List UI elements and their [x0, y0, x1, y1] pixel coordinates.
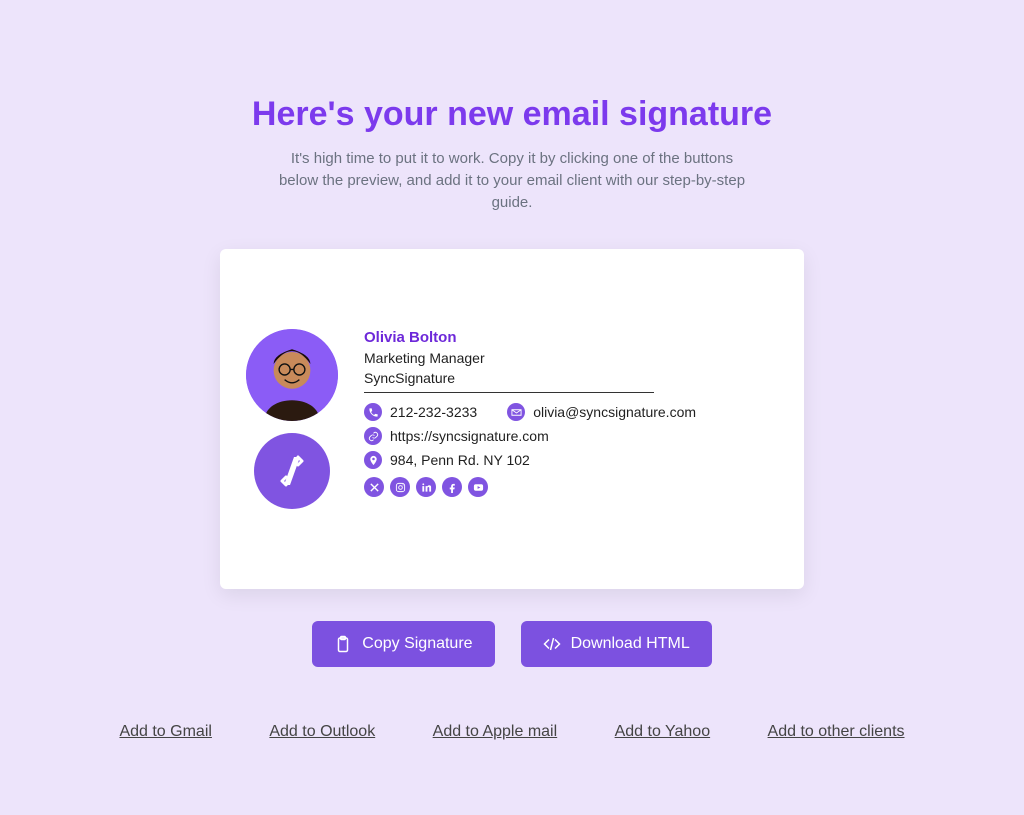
- social-icons-row: [364, 477, 696, 497]
- download-html-button[interactable]: Download HTML: [521, 621, 712, 667]
- link-yahoo[interactable]: Add to Yahoo: [615, 723, 711, 741]
- contact-row-phone-email: 212-232-3233 olivia@syncsignature.com: [364, 403, 696, 421]
- x-icon[interactable]: [364, 477, 384, 497]
- link-gmail[interactable]: Add to Gmail: [119, 723, 211, 741]
- contact-row-website: https://syncsignature.com: [364, 427, 696, 445]
- signature-preview-card: Olivia Bolton Marketing Manager SyncSign…: [220, 249, 804, 589]
- linkedin-icon[interactable]: [416, 477, 436, 497]
- code-icon: [543, 635, 561, 653]
- signature-name: Olivia Bolton: [364, 329, 696, 346]
- avatar: [246, 329, 338, 421]
- location-icon: [364, 451, 382, 469]
- phone-icon: [364, 403, 382, 421]
- signature-role: Marketing Manager: [364, 350, 696, 366]
- clipboard-icon: [334, 635, 352, 653]
- youtube-icon[interactable]: [468, 477, 488, 497]
- copy-signature-label: Copy Signature: [362, 635, 472, 653]
- copy-signature-button[interactable]: Copy Signature: [312, 621, 494, 667]
- instagram-icon[interactable]: [390, 477, 410, 497]
- page-title: Here's your new email signature: [252, 95, 772, 134]
- signature-company: SyncSignature: [364, 370, 696, 386]
- divider: [364, 392, 654, 393]
- page-subtitle: It's high time to put it to work. Copy i…: [277, 148, 747, 213]
- link-apple[interactable]: Add to Apple mail: [433, 723, 558, 741]
- link-other[interactable]: Add to other clients: [768, 723, 905, 741]
- signature-email: olivia@syncsignature.com: [533, 404, 696, 420]
- link-outlook[interactable]: Add to Outlook: [269, 723, 375, 741]
- company-logo: [254, 433, 330, 509]
- signature-address: 984, Penn Rd. NY 102: [390, 452, 530, 468]
- add-to-client-links: Add to Gmail Add to Outlook Add to Apple…: [52, 723, 972, 741]
- facebook-icon[interactable]: [442, 477, 462, 497]
- signature-phone: 212-232-3233: [390, 404, 477, 420]
- email-icon: [507, 403, 525, 421]
- link-icon: [364, 427, 382, 445]
- signature-website: https://syncsignature.com: [390, 428, 549, 444]
- contact-row-address: 984, Penn Rd. NY 102: [364, 451, 696, 469]
- download-html-label: Download HTML: [571, 635, 690, 653]
